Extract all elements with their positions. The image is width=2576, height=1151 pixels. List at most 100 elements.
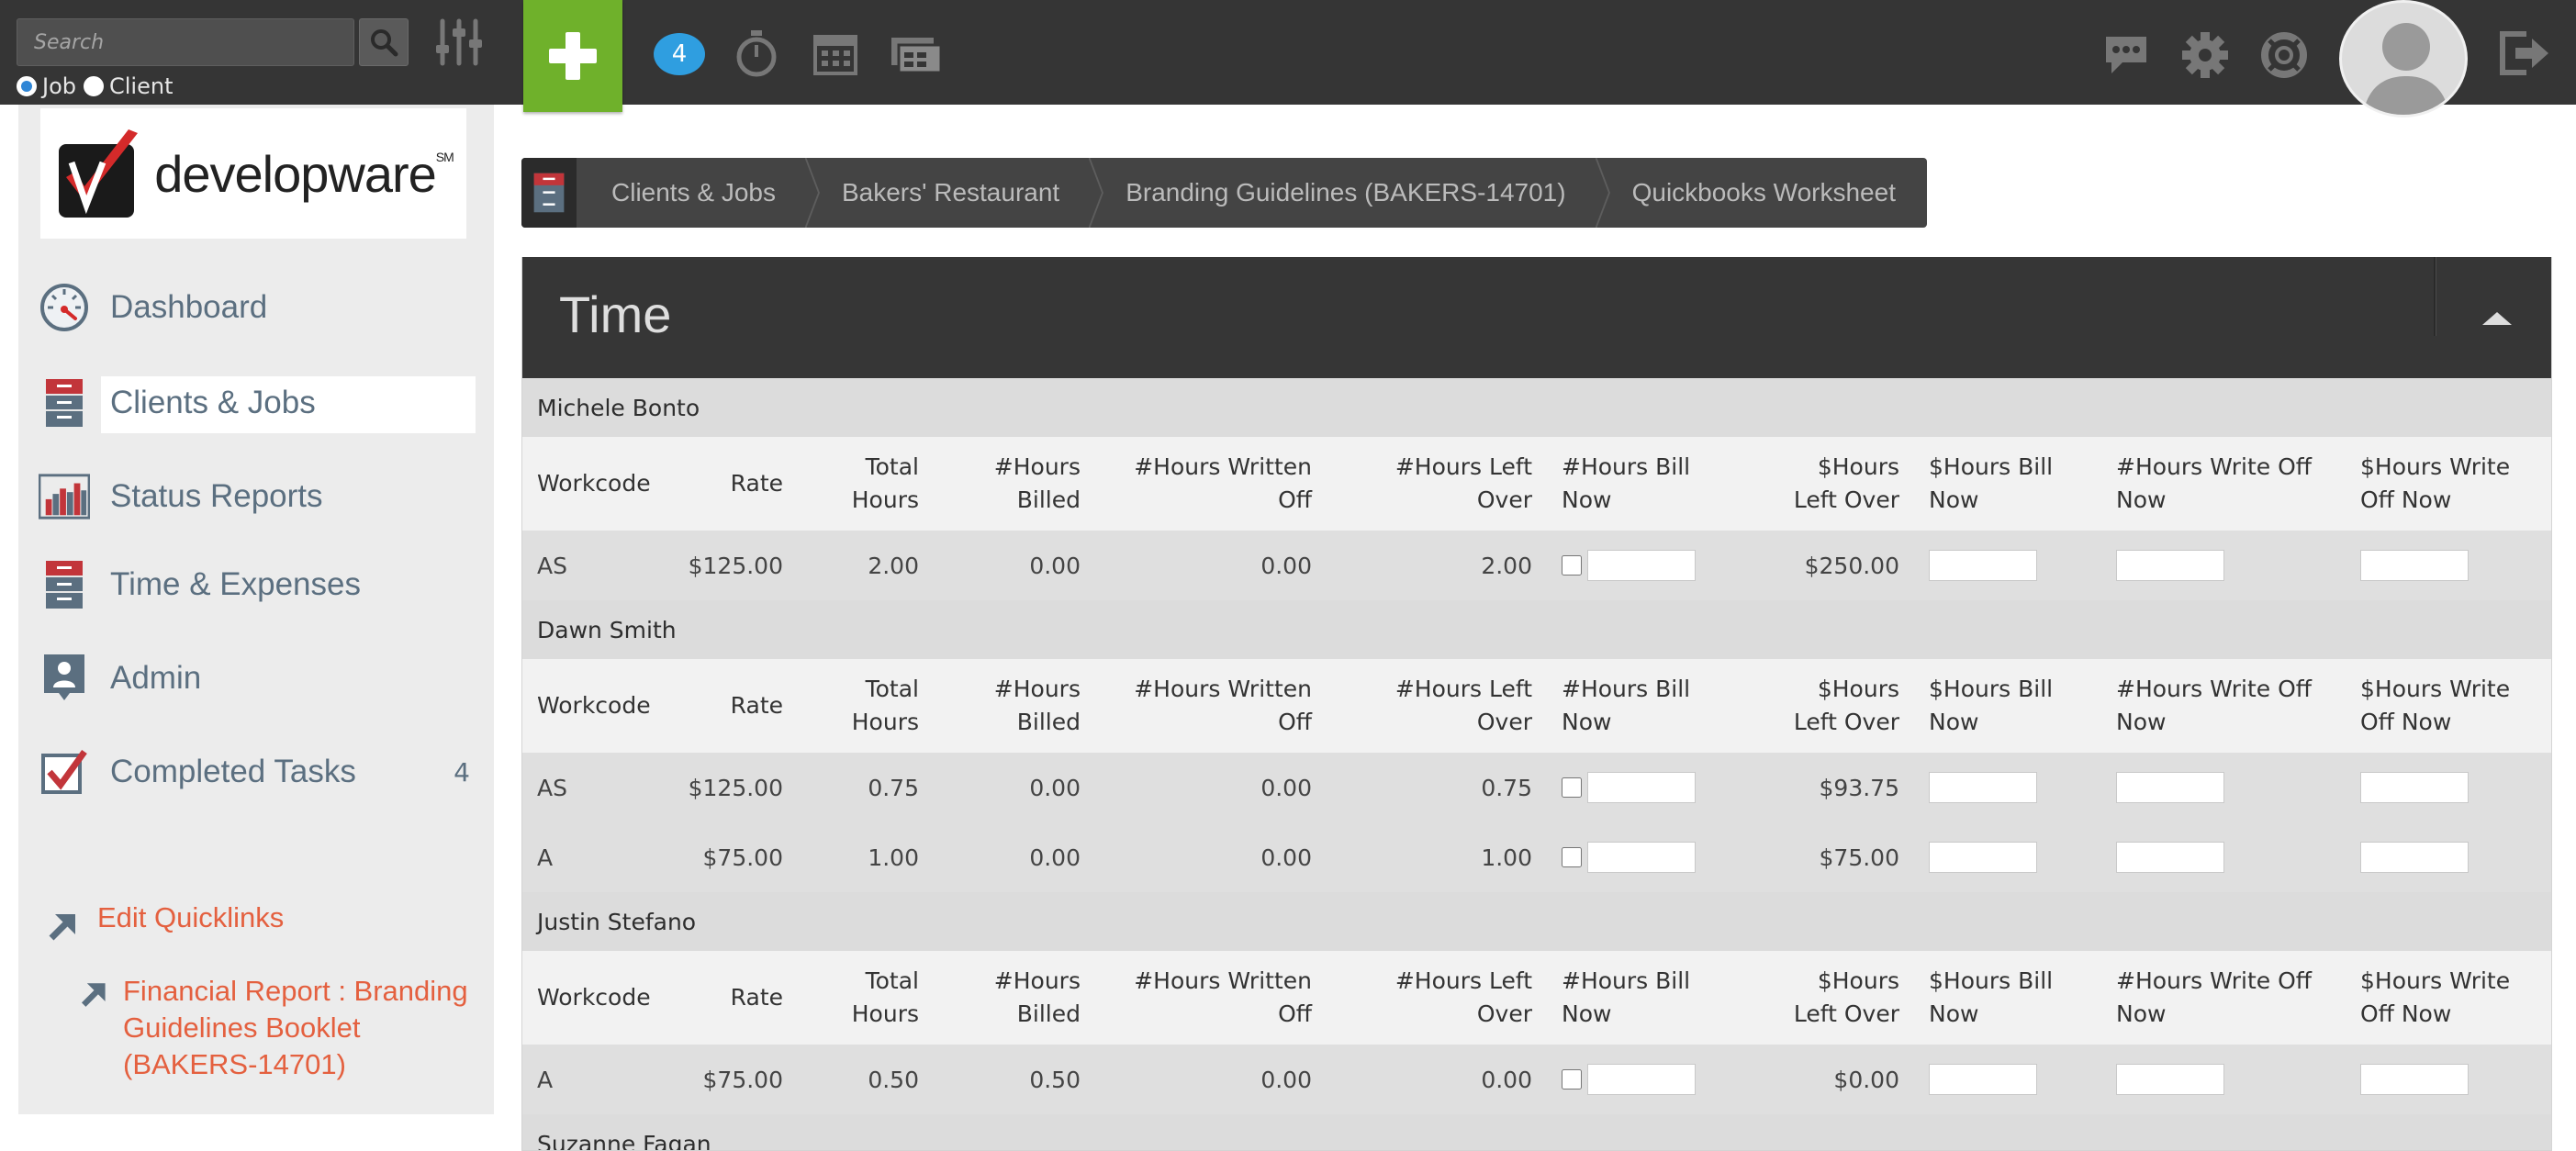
hours-write-off-now-input[interactable]	[2116, 772, 2224, 803]
sidebar-item-time-expenses[interactable]: Time & Expenses	[18, 554, 494, 615]
bill-now-checkbox[interactable]	[1562, 847, 1582, 867]
radio-job[interactable]	[17, 76, 37, 96]
calendar-button[interactable]	[810, 28, 861, 79]
time-group-table: Michele Bonto Workcode Rate Total Hours #Hou…	[522, 378, 2551, 600]
breadcrumb-clients-jobs[interactable]: Clients & Jobs	[577, 158, 820, 228]
logout-button[interactable]	[2497, 28, 2552, 79]
hours-write-off-now-input[interactable]	[2116, 550, 2224, 581]
column-header-hours-written-off: #Hours Written Off	[1095, 659, 1327, 753]
column-header-hours-left-over: #Hours Left Over	[1327, 659, 1547, 753]
cell-rate: $75.00	[669, 822, 798, 892]
dollar-bill-now-input[interactable]	[1929, 1064, 2037, 1095]
quicklink-financial-report[interactable]: Financial Report : Branding Guidelines B…	[77, 973, 488, 1083]
cell-total: 2.00	[798, 531, 934, 600]
dollar-write-off-now-input[interactable]	[2360, 772, 2469, 803]
invoices-button[interactable]	[889, 31, 944, 77]
column-header-hours-left-over: #Hours Left Over	[1327, 951, 1547, 1045]
cell-billed: 0.00	[934, 753, 1095, 822]
column-header-workcode: Workcode	[522, 437, 669, 531]
edit-quicklinks-link[interactable]: Edit Quicklinks	[44, 900, 284, 944]
breadcrumb-current-page: Quickbooks Worksheet	[1631, 178, 1896, 207]
search-scope: Job Client	[17, 73, 180, 99]
cell-dollar-bill-now	[1914, 531, 2101, 600]
sidebar: developwareSM Dashboard Clients & Jobs S…	[18, 105, 494, 1114]
employee-row: Michele Bonto	[522, 378, 2551, 437]
cell-hours-bill-now	[1547, 822, 1758, 892]
cell-written-off: 0.00	[1095, 1045, 1327, 1114]
sidebar-item-completed-tasks[interactable]: Completed Tasks 4	[18, 742, 494, 802]
notifications-badge[interactable]: 4	[654, 33, 705, 75]
bill-now-checkbox[interactable]	[1562, 1069, 1582, 1090]
dollar-write-off-now-input[interactable]	[2360, 842, 2469, 873]
panel-title: Time	[559, 285, 672, 343]
cell-dollar-write-off-now	[2346, 822, 2551, 892]
breadcrumb-client[interactable]: Bakers' Restaurant	[807, 158, 1104, 228]
table-row: AS $125.00 0.75 0.00 0.00 0.75 $93.75	[522, 753, 2551, 822]
sidebar-item-status-reports[interactable]: Status Reports	[18, 466, 494, 527]
breadcrumb-home[interactable]	[521, 158, 577, 228]
settings-button[interactable]	[2179, 29, 2231, 81]
search-input[interactable]	[17, 18, 354, 66]
column-header-dollar-bill-now: $Hours Bill Now	[1914, 951, 2101, 1045]
employee-row: Justin Stefano	[522, 892, 2551, 951]
cell-workcode: AS	[522, 753, 669, 822]
company-logo[interactable]: developwareSM	[40, 108, 466, 239]
cell-workcode: A	[522, 1045, 669, 1114]
cell-billed: 0.00	[934, 531, 1095, 600]
hours-write-off-now-input[interactable]	[2116, 1064, 2224, 1095]
edit-quicklinks-label: Edit Quicklinks	[97, 901, 285, 933]
user-avatar[interactable]	[2339, 0, 2468, 117]
sidebar-item-clients-jobs[interactable]: Clients & Jobs	[18, 373, 494, 433]
hours-bill-now-input[interactable]	[1587, 772, 1696, 803]
cell-dollar-left-over: $250.00	[1758, 531, 1914, 600]
column-header-hours-written-off: #Hours Written Off	[1095, 951, 1327, 1045]
hours-bill-now-input[interactable]	[1587, 842, 1696, 873]
breadcrumb-job[interactable]: Branding Guidelines (BAKERS-14701)	[1091, 158, 1610, 228]
add-button[interactable]	[523, 0, 622, 112]
dollar-write-off-now-input[interactable]	[2360, 550, 2469, 581]
bill-now-checkbox[interactable]	[1562, 777, 1582, 798]
help-button[interactable]	[2258, 29, 2310, 81]
column-header-dollar-bill-now: $Hours Bill Now	[1914, 659, 2101, 753]
hours-bill-now-input[interactable]	[1587, 550, 1696, 581]
column-header-dollar-left-over: $Hours Left Over	[1758, 437, 1914, 531]
bill-now-checkbox[interactable]	[1562, 555, 1582, 576]
cell-hours-write-off-now	[2101, 1045, 2346, 1114]
dollar-bill-now-input[interactable]	[1929, 842, 2037, 873]
cell-written-off: 0.00	[1095, 753, 1327, 822]
column-header-hours-write-off-now: #Hours Write Off Now	[2101, 437, 2346, 531]
column-header-dollar-bill-now: $Hours Bill Now	[1914, 437, 2101, 531]
sidebar-item-admin[interactable]: Admin	[18, 648, 494, 709]
messages-button[interactable]	[2100, 31, 2152, 77]
employee-name: Suzanne Fagan	[522, 1114, 2551, 1150]
cell-workcode: AS	[522, 531, 669, 600]
hours-write-off-now-input[interactable]	[2116, 842, 2224, 873]
cell-workcode: A	[522, 822, 669, 892]
sidebar-item-dashboard[interactable]: Dashboard	[18, 277, 494, 338]
column-header-total-hours: Total Hours	[798, 951, 934, 1045]
column-header-hours-left-over: #Hours Left Over	[1327, 437, 1547, 531]
panel-header: Time	[522, 257, 2551, 378]
file-cabinet-icon	[39, 559, 90, 610]
cell-dollar-write-off-now	[2346, 753, 2551, 822]
cell-left-over: 1.00	[1327, 822, 1547, 892]
filter-sliders-button[interactable]	[431, 17, 487, 68]
search-button[interactable]	[359, 18, 409, 66]
sidebar-item-label: Dashboard	[110, 289, 268, 325]
radio-client[interactable]	[84, 76, 104, 96]
timer-button[interactable]	[731, 28, 782, 79]
column-header-hours-billed: #Hours Billed	[934, 951, 1095, 1045]
cell-hours-bill-now	[1547, 753, 1758, 822]
column-header-total-hours: Total Hours	[798, 437, 934, 531]
collapse-button[interactable]	[2441, 257, 2551, 378]
file-cabinet-icon	[39, 377, 90, 429]
dollar-bill-now-input[interactable]	[1929, 772, 2037, 803]
time-panel: Time Michele Bonto Workcode Rate Total Hour…	[521, 257, 2552, 1151]
cell-written-off: 0.00	[1095, 822, 1327, 892]
dollar-write-off-now-input[interactable]	[2360, 1064, 2469, 1095]
cell-rate: $75.00	[669, 1045, 798, 1114]
column-header-dollar-write-off-now: $Hours Write Off Now	[2346, 951, 2551, 1045]
logo-service-mark: SM	[435, 149, 454, 164]
dollar-bill-now-input[interactable]	[1929, 550, 2037, 581]
hours-bill-now-input[interactable]	[1587, 1064, 1696, 1095]
